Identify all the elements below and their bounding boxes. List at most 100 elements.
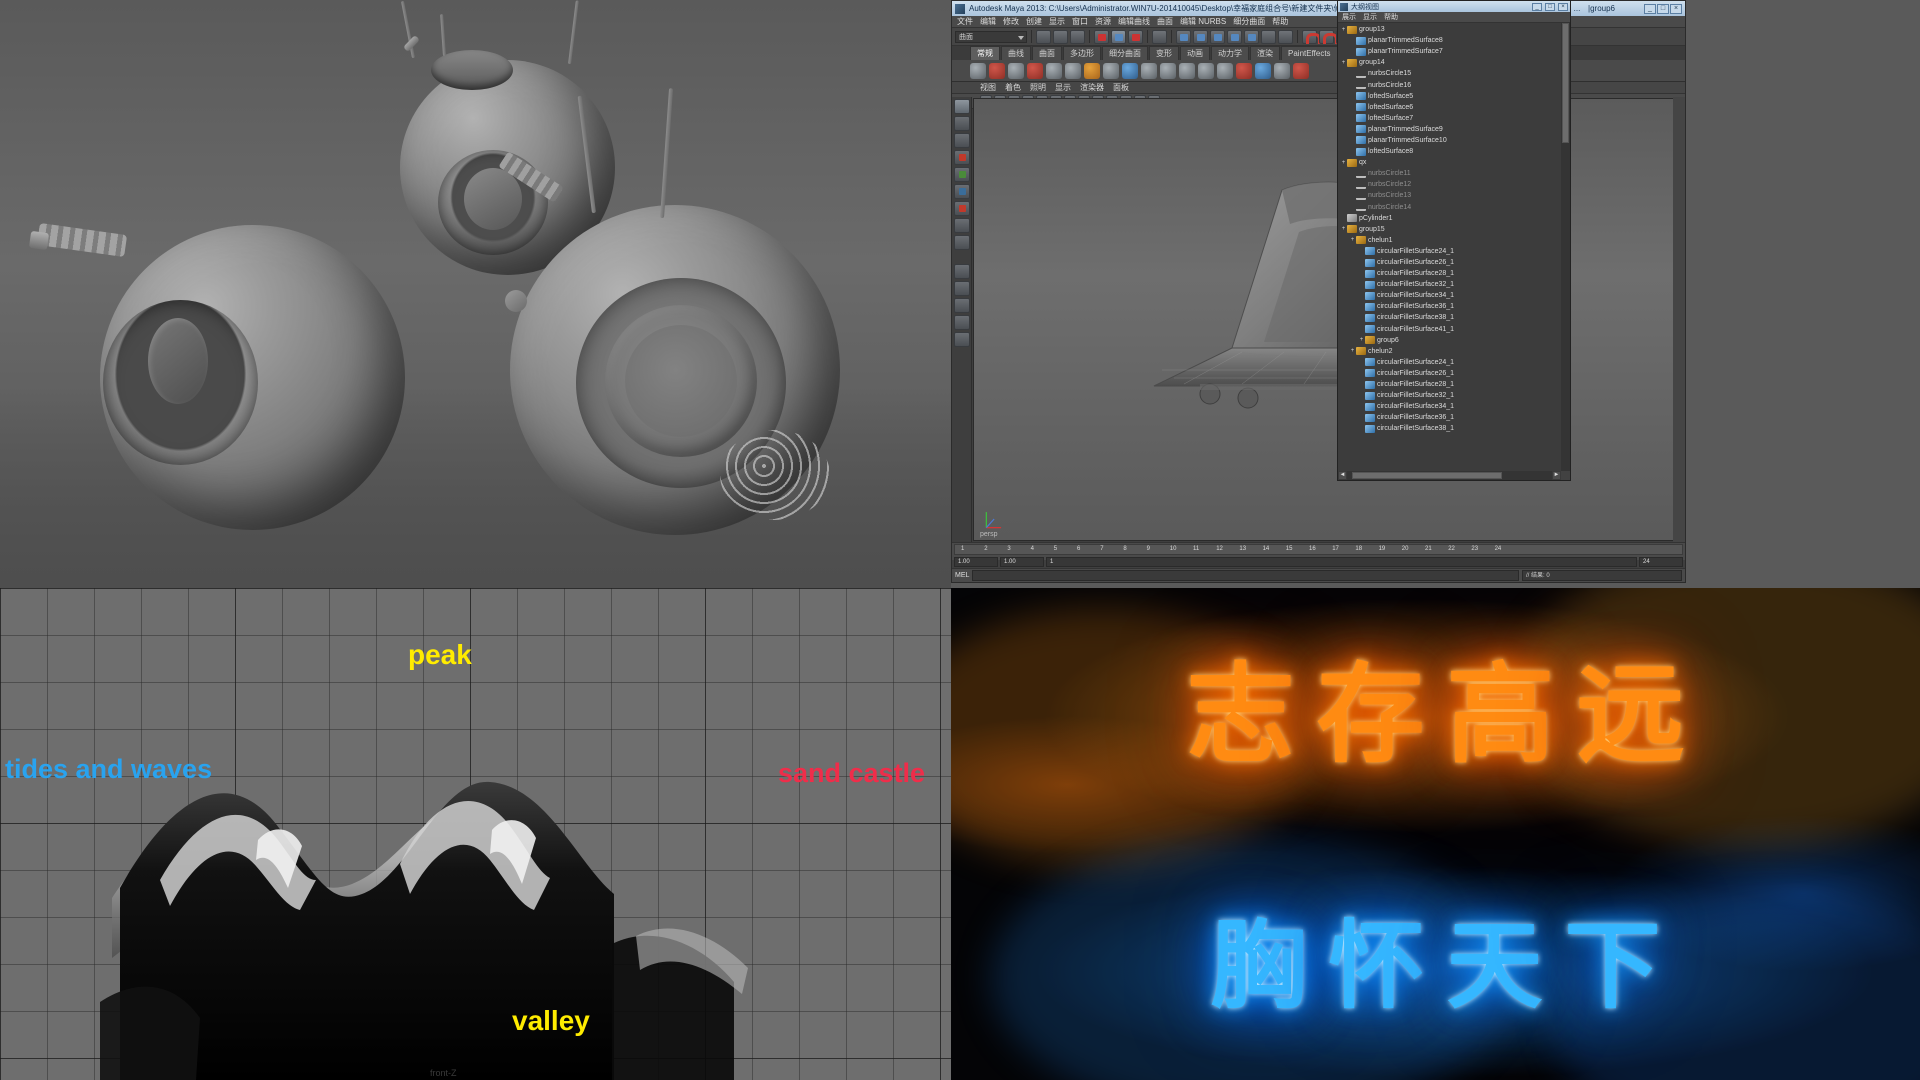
maya-menu-9[interactable]: 编辑 NURBS — [1180, 16, 1226, 27]
outliner-row[interactable]: nurbsCircle16 — [1338, 79, 1561, 90]
outliner-maximize-button[interactable]: □ — [1545, 2, 1555, 11]
construction-history-icon[interactable] — [1261, 29, 1276, 44]
shelf-sphere-icon[interactable] — [1122, 62, 1138, 79]
shelf-bar-icon[interactable] — [1217, 62, 1233, 79]
single-pane-layout-icon[interactable] — [953, 264, 970, 279]
shelf-eye3-icon[interactable] — [1046, 62, 1062, 79]
maya-menu-7[interactable]: 编辑曲线 — [1118, 16, 1150, 27]
snap-to-plane-icon[interactable] — [1227, 29, 1242, 44]
shelf-eye2-icon[interactable] — [1027, 62, 1043, 79]
select-tool-icon[interactable] — [953, 99, 970, 114]
magnet-curve-icon[interactable] — [1319, 29, 1338, 44]
outliner-row[interactable]: + group14 — [1338, 57, 1561, 68]
outliner-row[interactable]: circularFilletSurface38_1 — [1338, 312, 1561, 323]
outliner-row[interactable]: nurbsCircle11 — [1338, 168, 1561, 179]
expander-icon[interactable]: + — [1340, 27, 1347, 33]
paint-select-tool-icon[interactable] — [953, 133, 970, 148]
panel-menu-2[interactable]: 照明 — [1030, 82, 1046, 93]
panel-menu-5[interactable]: 面板 — [1113, 82, 1129, 93]
maya-menu-10[interactable]: 细分曲面 — [1233, 16, 1265, 27]
shelf-tab-4[interactable]: 细分曲面 — [1102, 46, 1148, 60]
time-slider-ticks[interactable]: 1 2 3 4 5 6 7 8 9 10 11 12 13 14 15 16 17 18 19 20 21 22 23 24 — [954, 544, 1683, 555]
outliner-row[interactable]: planarTrimmedSurface10 — [1338, 135, 1561, 146]
shelf-box-icon[interactable] — [1274, 62, 1290, 79]
outliner-row[interactable]: circularFilletSurface26_1 — [1338, 257, 1561, 268]
expander-icon[interactable]: + — [1358, 337, 1365, 343]
outliner-row[interactable]: circularFilletSurface26_1 — [1338, 368, 1561, 379]
four-pane-layout-icon[interactable] — [953, 298, 970, 313]
outliner-row[interactable]: circularFilletSurface38_1 — [1338, 423, 1561, 434]
move-tool-icon[interactable] — [953, 150, 970, 165]
snap-to-curve-icon[interactable] — [1193, 29, 1208, 44]
maya-menu-6[interactable]: 资源 — [1095, 16, 1111, 27]
range-start-field[interactable]: 1.00 — [954, 556, 998, 567]
outliner-row[interactable]: + chelun2 — [1338, 346, 1561, 357]
expander-icon[interactable]: + — [1340, 226, 1347, 232]
outliner-row[interactable]: circularFilletSurface24_1 — [1338, 357, 1561, 368]
expander-icon[interactable]: + — [1349, 237, 1356, 243]
outliner-row[interactable]: circularFilletSurface24_1 — [1338, 246, 1561, 257]
outliner-row[interactable]: circularFilletSurface41_1 — [1338, 324, 1561, 335]
maya-menu-0[interactable]: 文件 — [957, 16, 973, 27]
shelf-tab-3[interactable]: 多边形 — [1063, 46, 1101, 60]
shelf-brush-icon[interactable] — [1293, 62, 1309, 79]
shelf-tab-7[interactable]: 动力学 — [1211, 46, 1249, 60]
shelf-cone-icon[interactable] — [1141, 62, 1157, 79]
snap-to-point-icon[interactable] — [1210, 29, 1225, 44]
shelf-dash-icon[interactable] — [1160, 62, 1176, 79]
shelf-dash3-icon[interactable] — [1198, 62, 1214, 79]
outliner-row[interactable]: loftedSurface6 — [1338, 102, 1561, 113]
universal-manip-icon[interactable] — [953, 201, 970, 216]
outliner-row[interactable]: nurbsCircle12 — [1338, 179, 1561, 190]
snap-to-view-plane-icon[interactable] — [1244, 29, 1259, 44]
outliner-row[interactable]: + group6 — [1338, 335, 1561, 346]
shelf-ring-icon[interactable] — [1103, 62, 1119, 79]
two-pane-layout-icon[interactable] — [953, 281, 970, 296]
rotate-tool-icon[interactable] — [953, 167, 970, 182]
expander-icon[interactable]: + — [1340, 160, 1347, 166]
outliner-row[interactable]: nurbsCircle13 — [1338, 190, 1561, 201]
outliner-horizontal-scrollbar[interactable] — [1338, 471, 1561, 480]
current-time-field[interactable]: 1.00 — [1000, 556, 1044, 567]
outliner-vertical-scrollbar[interactable] — [1561, 23, 1570, 471]
outliner-row[interactable]: circularFilletSurface36_1 — [1338, 301, 1561, 312]
maya-menu-4[interactable]: 显示 — [1049, 16, 1065, 27]
shelf-tab-1[interactable]: 曲线 — [1001, 46, 1031, 60]
outliner-row[interactable]: circularFilletSurface32_1 — [1338, 279, 1561, 290]
shelf-red-icon[interactable] — [1236, 62, 1252, 79]
panel-menu-3[interactable]: 显示 — [1055, 82, 1071, 93]
maya-menu-11[interactable]: 帮助 — [1272, 16, 1288, 27]
outliner-row[interactable]: loftedSurface7 — [1338, 113, 1561, 124]
render-current-frame-icon[interactable] — [1278, 29, 1293, 44]
scrollbar-thumb[interactable] — [1562, 23, 1569, 143]
shelf-dash2-icon[interactable] — [1179, 62, 1195, 79]
shelf-tab-9[interactable]: PaintEffects — [1281, 46, 1338, 60]
outliner-row[interactable]: loftedSurface8 — [1338, 146, 1561, 157]
shelf-tab-2[interactable]: 曲面 — [1032, 46, 1062, 60]
outliner-row[interactable]: pCylinder1 — [1338, 213, 1561, 224]
outliner-row[interactable]: loftedSurface5 — [1338, 91, 1561, 102]
panel-menu-1[interactable]: 着色 — [1005, 82, 1021, 93]
snap-to-grid-icon[interactable] — [1176, 29, 1191, 44]
mask-toggle-icon[interactable] — [1152, 29, 1167, 44]
expander-icon[interactable]: + — [1340, 60, 1347, 66]
maximize-button[interactable]: □ — [1657, 3, 1669, 14]
shelf-eye4-icon[interactable] — [1065, 62, 1081, 79]
shelf-eye-icon[interactable] — [1008, 62, 1024, 79]
shelf-blue-icon[interactable] — [1255, 62, 1271, 79]
shelf-curve-icon[interactable] — [989, 62, 1005, 79]
outliner-row[interactable]: + group13 — [1338, 24, 1561, 35]
magnet-grid-icon[interactable] — [1302, 29, 1321, 44]
outliner-row[interactable]: planarTrimmedSurface7 — [1338, 46, 1561, 57]
lasso-tool-icon[interactable] — [953, 116, 970, 131]
scrollbar-thumb[interactable] — [1352, 472, 1502, 479]
outliner-row[interactable]: + chelun1 — [1338, 235, 1561, 246]
maya-menu-2[interactable]: 修改 — [1003, 16, 1019, 27]
scroll-left-arrow[interactable]: ◄ — [1338, 471, 1347, 480]
outliner-menu-1[interactable]: 显示 — [1363, 12, 1377, 22]
outliner-row[interactable]: nurbsCircle14 — [1338, 202, 1561, 213]
shelf-tab-6[interactable]: 动画 — [1180, 46, 1210, 60]
outliner-row[interactable]: circularFilletSurface32_1 — [1338, 390, 1561, 401]
outliner-menu-0[interactable]: 展示 — [1342, 12, 1356, 22]
outliner-row[interactable]: + qx — [1338, 157, 1561, 168]
